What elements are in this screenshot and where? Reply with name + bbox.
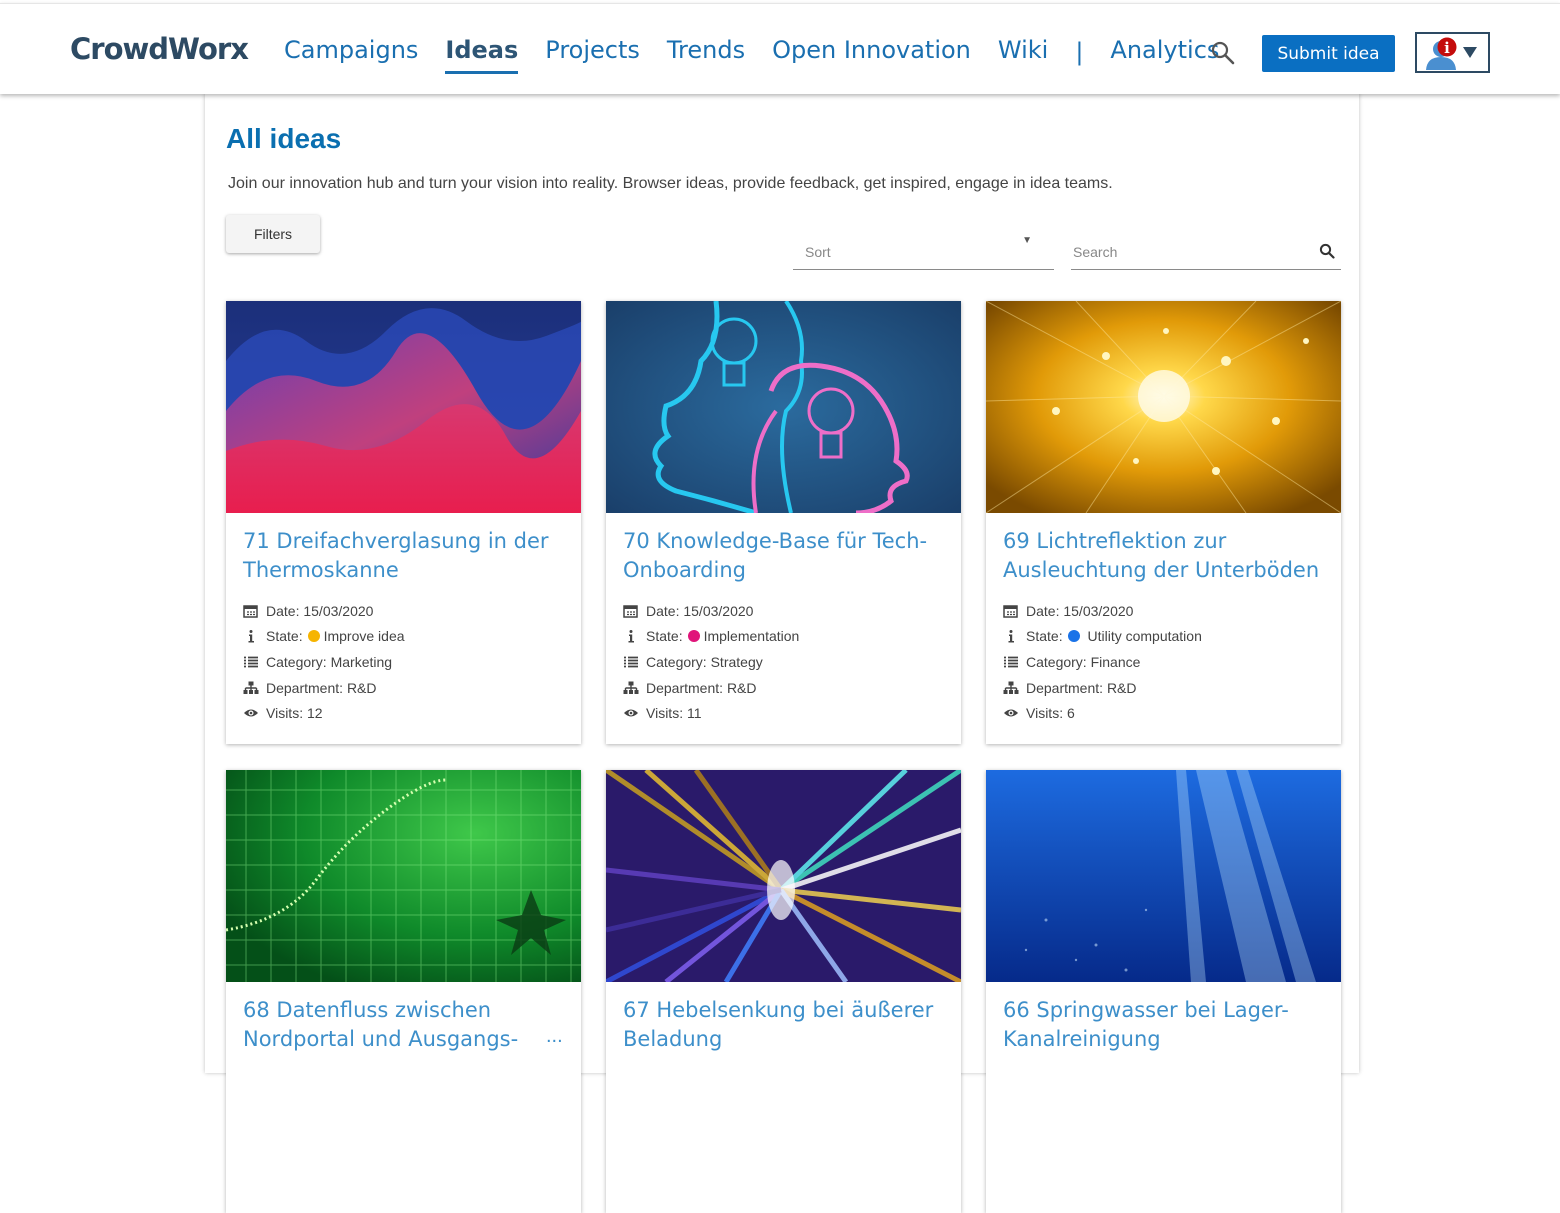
info-icon (248, 630, 254, 643)
chevron-down-icon (1463, 47, 1477, 58)
eye-icon (624, 709, 638, 717)
idea-card[interactable]: 67 Hebelsenkung bei äußerer Beladung (606, 770, 961, 1213)
nav-open-innovation[interactable]: Open Innovation (772, 36, 971, 68)
idea-department: R&D (726, 679, 757, 696)
user-menu[interactable]: i (1415, 32, 1490, 73)
idea-image-green-grid[interactable] (226, 770, 581, 982)
idea-card[interactable]: 66 Springwasser bei Lager-Kanalreinigung (986, 770, 1341, 1213)
list-icon (624, 656, 638, 668)
idea-category: Strategy (710, 653, 763, 670)
idea-state: Improve idea (323, 628, 405, 645)
idea-visits: 11 (686, 705, 702, 722)
eye-icon (1004, 709, 1018, 717)
filters-button[interactable]: Filters (226, 215, 320, 253)
state-dot (307, 630, 320, 643)
search-icon[interactable] (1319, 243, 1335, 259)
search-field (1071, 233, 1341, 270)
info-icon (1008, 630, 1014, 643)
idea-date: 15/03/2020 (1063, 602, 1134, 619)
idea-card[interactable]: 69 Lichtreflektion zur Ausleuchtung der … (986, 301, 1341, 744)
sort-select[interactable]: Sort ▼ (793, 233, 1054, 270)
sitemap-icon (1003, 681, 1019, 694)
idea-department: R&D (346, 679, 377, 696)
idea-card[interactable]: 71 Dreifachverglasung in der Thermoskann… (226, 301, 581, 744)
idea-category: Marketing (330, 653, 393, 670)
user-avatar-icon: i (1426, 37, 1477, 70)
idea-image-waves[interactable] (226, 301, 581, 513)
idea-title[interactable]: 67 Hebelsenkung bei äußerer Beladung (623, 996, 943, 1054)
idea-image-light-streaks[interactable] (606, 770, 961, 982)
idea-image-underwater[interactable] (986, 770, 1341, 982)
nav-projects[interactable]: Projects (545, 36, 640, 68)
idea-title[interactable]: 66 Springwasser bei Lager-Kanalreinigung (1003, 996, 1323, 1054)
crowdworx-logo[interactable]: CrowdWorx (70, 32, 249, 66)
sort-label: Sort (805, 244, 831, 260)
nav-wiki[interactable]: Wiki (998, 36, 1048, 68)
calendar-icon (623, 605, 638, 618)
state-dot (1067, 630, 1080, 643)
calendar-icon (1003, 605, 1018, 618)
list-icon (244, 656, 258, 668)
submit-idea-button[interactable]: Submit idea (1262, 35, 1395, 72)
idea-department: R&D (1106, 679, 1137, 696)
sitemap-icon (623, 681, 639, 694)
search-icon[interactable] (1210, 40, 1236, 66)
main-nav: Campaigns Ideas Projects Trends Open Inn… (284, 36, 1246, 74)
idea-meta: Date: 15/03/2020 State: Utility computat… (1003, 598, 1202, 726)
list-icon (1004, 656, 1018, 668)
nav-campaigns[interactable]: Campaigns (284, 36, 418, 68)
nav-trends[interactable]: Trends (667, 36, 745, 68)
info-icon (628, 630, 634, 643)
top-navbar: CrowdWorx Campaigns Ideas Projects Trend… (0, 3, 1560, 94)
ideas-panel: All ideas Join our innovation hub and tu… (205, 93, 1359, 1213)
calendar-icon (243, 605, 258, 618)
svg-text:i: i (1444, 39, 1450, 57)
idea-state: Implementation (703, 628, 800, 645)
idea-title[interactable]: 69 Lichtreflektion zur Ausleuchtung der … (1003, 527, 1323, 585)
idea-image-heads[interactable] (606, 301, 961, 513)
idea-title[interactable]: 68 Datenfluss zwischen Nordportal und Au… (243, 996, 563, 1054)
idea-card[interactable]: 68 Datenfluss zwischen Nordportal und Au… (226, 770, 581, 1213)
page-title: All ideas (226, 123, 342, 154)
idea-title[interactable]: 71 Dreifachverglasung in der Thermoskann… (243, 527, 563, 585)
idea-card[interactable]: 70 Knowledge-Base für Tech-Onboarding Da… (606, 301, 961, 744)
state-dot (687, 630, 700, 643)
title-ellipsis: ... (546, 1025, 563, 1047)
idea-meta: Date: 15/03/2020 State: Improve idea Cate… (243, 598, 405, 726)
search-input[interactable] (1071, 240, 1305, 264)
idea-title[interactable]: 70 Knowledge-Base für Tech-Onboarding (623, 527, 943, 585)
nav-analytics[interactable]: Analytics (1110, 36, 1219, 68)
idea-meta: Date: 15/03/2020 State: Implementation Ca… (623, 598, 799, 726)
nav-separator: | (1075, 38, 1084, 66)
page-intro: Join our innovation hub and turn your vi… (228, 175, 1113, 192)
idea-date: 15/03/2020 (303, 602, 374, 619)
eye-icon (244, 709, 258, 717)
idea-image-golden-light[interactable] (986, 301, 1341, 513)
idea-visits: 12 (306, 705, 323, 722)
idea-category: Finance (1090, 653, 1141, 670)
sitemap-icon (243, 681, 259, 694)
caret-down-icon: ▼ (1022, 235, 1032, 246)
nav-ideas[interactable]: Ideas (445, 36, 518, 74)
idea-state: Utility computation (1087, 628, 1202, 645)
idea-visits: 6 (1066, 705, 1075, 722)
idea-date: 15/03/2020 (683, 602, 754, 619)
